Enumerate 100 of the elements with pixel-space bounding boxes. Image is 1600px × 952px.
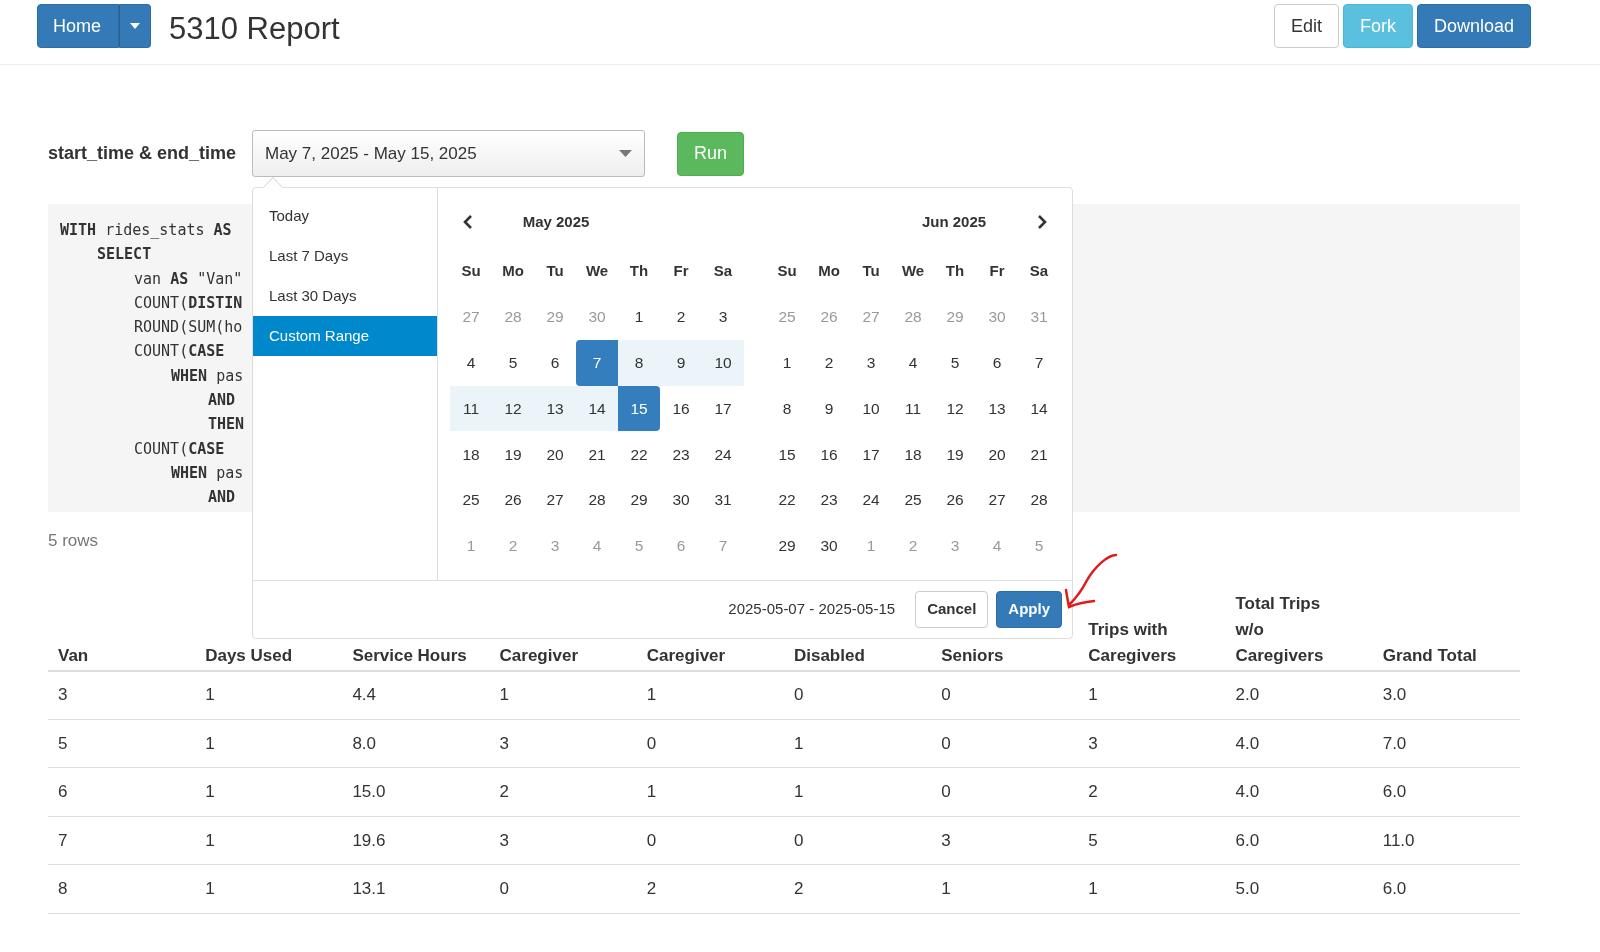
home-dropdown-button[interactable] (119, 4, 151, 48)
calendar-day[interactable]: 25 (450, 477, 492, 523)
calendar-day[interactable]: 6 (534, 339, 576, 386)
calendar-day[interactable]: 5 (934, 339, 976, 386)
calendar-day[interactable]: 17 (850, 431, 892, 478)
calendar-day[interactable]: 16 (808, 431, 850, 478)
calendar-day[interactable]: 19 (492, 431, 534, 478)
range-option[interactable]: Last 30 Days (253, 276, 437, 316)
calendar-day[interactable]: 22 (766, 477, 808, 523)
calendar-day[interactable]: 24 (850, 477, 892, 523)
calendar-day[interactable]: 6 (976, 339, 1018, 386)
table-cell: 3 (48, 670, 196, 719)
calendar-day[interactable]: 9 (660, 339, 702, 386)
calendar-day[interactable]: 10 (702, 339, 744, 386)
table-cell: 6.0 (1372, 864, 1520, 913)
calendar-day[interactable]: 26 (934, 477, 976, 523)
calendar-day[interactable]: 4 (892, 339, 934, 386)
calendar-day[interactable]: 15 (618, 385, 660, 432)
calendar-day[interactable]: 25 (892, 477, 934, 523)
code-line: THEN (208, 414, 245, 436)
calendar-day[interactable]: 30 (808, 523, 850, 569)
weekday-label: Su (776, 260, 798, 281)
calendar-day[interactable]: 7 (576, 339, 618, 386)
calendar-day[interactable]: 23 (660, 431, 702, 478)
calendar-day[interactable]: 27 (976, 477, 1018, 523)
calendar-day[interactable]: 22 (618, 431, 660, 478)
caret-icon (130, 23, 140, 29)
calendar-day[interactable]: 13 (976, 385, 1018, 432)
calendar-day[interactable]: 7 (1018, 339, 1060, 386)
cancel-button[interactable]: Cancel (915, 590, 989, 628)
caret-icon (619, 150, 632, 157)
table-cell: 13.1 (342, 864, 490, 913)
calendar-day[interactable]: 12 (934, 385, 976, 432)
calendar-day[interactable]: 21 (1018, 431, 1060, 478)
calendar-day[interactable]: 18 (450, 431, 492, 478)
selected-range-text: 2025-05-07 - 2025-05-15 (728, 599, 896, 620)
calendar-day[interactable]: 10 (850, 385, 892, 432)
calendar-day[interactable]: 18 (892, 431, 934, 478)
calendar-day[interactable]: 20 (976, 431, 1018, 478)
calendar-day[interactable]: 5 (492, 339, 534, 386)
calendar-day[interactable]: 29 (618, 477, 660, 523)
code-line: van AS "Van" (134, 268, 243, 290)
calendar-day[interactable]: 27 (534, 477, 576, 523)
table-cell: 0 (931, 670, 1079, 719)
calendar-day[interactable]: 8 (766, 385, 808, 432)
table-cell: 5.0 (1225, 864, 1373, 913)
calendar-day[interactable]: 1 (618, 294, 660, 340)
edit-button[interactable]: Edit (1273, 4, 1339, 48)
calendar-day[interactable]: 12 (492, 385, 534, 432)
code-line: AND (208, 390, 236, 412)
range-option[interactable]: Custom Range (253, 316, 437, 356)
table-cell: 5 (1078, 816, 1226, 865)
date-range-value: May 7, 2025 - May 15, 2025 (265, 142, 477, 165)
download-button[interactable]: Download (1416, 4, 1531, 48)
code-line: WHEN pas (171, 462, 244, 484)
calendar-day[interactable]: 14 (576, 385, 618, 432)
calendar-day[interactable]: 30 (660, 477, 702, 523)
calendar-day[interactable]: 20 (534, 431, 576, 478)
table-cell: 2 (636, 864, 784, 913)
calendar-day[interactable]: 26 (492, 477, 534, 523)
calendar-day[interactable]: 24 (702, 431, 744, 478)
table-cell: 1 (1078, 670, 1226, 719)
calendar-day[interactable]: 21 (576, 431, 618, 478)
table-cell: 0 (931, 767, 1079, 816)
calendar-day[interactable]: 11 (892, 385, 934, 432)
calendar-day[interactable]: 15 (766, 431, 808, 478)
weekday-label: Mo (501, 260, 525, 281)
code-line: SELECT (97, 244, 152, 266)
calendar-day[interactable]: 16 (660, 385, 702, 432)
month-title: Jun 2025 (921, 211, 987, 232)
table-cell: 1 (636, 767, 784, 816)
calendar-day[interactable]: 28 (1018, 477, 1060, 523)
calendar-day[interactable]: 2 (808, 339, 850, 386)
table-cell: 3 (489, 816, 637, 865)
apply-button[interactable]: Apply (996, 590, 1062, 628)
table-cell: 3.0 (1372, 670, 1520, 719)
table-cell: 1 (783, 767, 932, 816)
calendar-day[interactable]: 9 (808, 385, 850, 432)
calendar-day[interactable]: 13 (534, 385, 576, 432)
calendar-day[interactable]: 31 (702, 477, 744, 523)
calendar-day[interactable]: 29 (766, 523, 808, 569)
calendar-day[interactable]: 28 (576, 477, 618, 523)
table-cell: 2 (1078, 767, 1226, 816)
calendar-day[interactable]: 4 (450, 339, 492, 386)
range-option[interactable]: Last 7 Days (253, 236, 437, 276)
date-range-field[interactable]: May 7, 2025 - May 15, 2025 (252, 130, 645, 177)
calendar-day[interactable]: 11 (450, 385, 492, 432)
weekday-label: Fr (988, 260, 1006, 281)
calendar-day[interactable]: 14 (1018, 385, 1060, 432)
calendar-day[interactable]: 2 (660, 294, 702, 340)
calendar-day[interactable]: 8 (618, 339, 660, 386)
calendar-day[interactable]: 17 (702, 385, 744, 432)
home-button[interactable]: Home (37, 4, 119, 48)
range-option[interactable]: Today (253, 196, 437, 236)
calendar-day[interactable]: 3 (702, 294, 744, 340)
calendar-day[interactable]: 23 (808, 477, 850, 523)
calendar-day[interactable]: 19 (934, 431, 976, 478)
calendar-day[interactable]: 3 (850, 339, 892, 386)
weekday-label: Tu (861, 260, 881, 281)
calendar-day[interactable]: 1 (766, 339, 808, 386)
